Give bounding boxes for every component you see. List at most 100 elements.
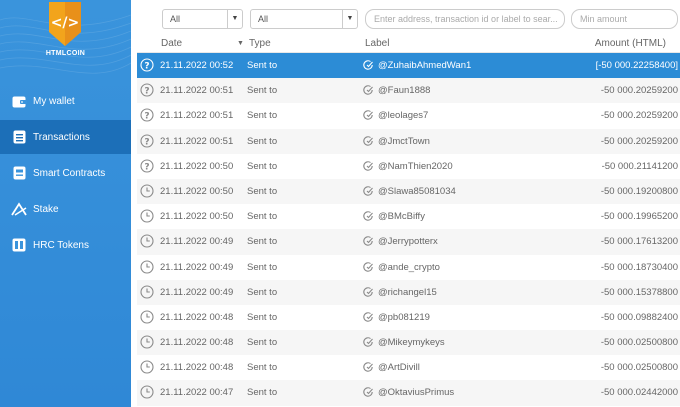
table-row[interactable]: ? 21.11.2022 00:51 Sent to @JmctTown -50 000…: [137, 128, 680, 154]
clock-icon: [140, 285, 154, 299]
question-circle-icon: ?: [140, 108, 154, 122]
date-filter-value: All: [170, 14, 181, 24]
row-type: Sent to: [247, 60, 278, 71]
label-check-icon: [362, 185, 374, 197]
table-row[interactable]: 21.11.2022 00:47 Sent to @OktaviusPrimus -5…: [137, 380, 680, 406]
label-check-icon: [362, 386, 374, 398]
column-header-label[interactable]: Label: [365, 38, 389, 49]
row-date: 21.11.2022 00:51: [160, 110, 234, 122]
row-amount: -50 000.02500800: [600, 337, 678, 349]
row-date: 21.11.2022 00:49: [160, 236, 234, 248]
row-date: 21.11.2022 00:50: [160, 185, 234, 197]
row-date: 21.11.2022 00:50: [160, 160, 234, 172]
table-row[interactable]: ? 21.11.2022 00:51 Sent to @leolages7 -50 00…: [137, 103, 680, 128]
svg-text:?: ?: [144, 112, 149, 122]
table-row[interactable]: 21.11.2022 00:50 Sent to @BMcBiffy -50 000.…: [137, 204, 680, 229]
row-label: @Slawa85081034: [378, 185, 456, 197]
column-header-date[interactable]: Date: [161, 38, 182, 49]
row-amount: -50 000.15378800: [600, 286, 678, 298]
table-row[interactable]: 21.11.2022 00:48 Sent to @pb081219 -50 000.…: [137, 305, 680, 330]
sidebar-item-label: HRC Tokens: [33, 239, 89, 251]
chevron-down-icon: ▼: [227, 10, 242, 28]
column-header-amount[interactable]: Amount (HTML): [595, 38, 666, 49]
row-type: Sent to: [247, 236, 278, 248]
label-check-icon: [362, 135, 374, 147]
row-amount: -50 000.19965200: [600, 211, 678, 223]
row-type: Sent to: [247, 135, 278, 147]
sidebar-item-transactions[interactable]: Transactions: [0, 120, 131, 154]
label-check-icon: [362, 235, 374, 247]
sidebar-item-hrc-tokens[interactable]: HRC Tokens: [0, 228, 131, 262]
label-check-icon: [362, 261, 374, 273]
search-input[interactable]: Enter address, transaction id or label t…: [365, 9, 565, 29]
sidebar-item-label: My wallet: [33, 95, 75, 107]
row-amount: -50 000.20259200: [600, 110, 678, 122]
type-filter-select[interactable]: All ▼: [250, 9, 358, 29]
tokens-icon: [11, 237, 27, 253]
row-type: Sent to: [247, 286, 278, 298]
row-label: @OktaviusPrimus: [378, 387, 455, 399]
label-check-icon: [362, 160, 374, 172]
row-type: Sent to: [247, 311, 278, 323]
row-type: Sent to: [247, 362, 278, 374]
row-date: 21.11.2022 00:51: [160, 135, 234, 147]
row-label: @pb081219: [378, 311, 430, 323]
row-date: 21.11.2022 00:48: [160, 362, 234, 374]
sidebar-item-stake[interactable]: Stake: [0, 192, 131, 226]
table-row[interactable]: 21.11.2022 00:49 Sent to @Jerrypotterx -50 …: [137, 229, 680, 255]
row-label: @ande_crypto: [378, 261, 440, 273]
row-label: @Faun1888: [378, 85, 431, 97]
transactions-icon: [11, 129, 27, 145]
row-date: 21.11.2022 00:51: [160, 85, 234, 97]
sidebar-item-label: Transactions: [33, 131, 90, 143]
svg-text:?: ?: [144, 61, 149, 71]
row-type: Sent to: [247, 185, 278, 197]
table-row[interactable]: ? 21.11.2022 00:50 Sent to @NamThien2020 -50…: [137, 154, 680, 179]
clock-icon: [140, 184, 154, 198]
row-label: @NamThien2020: [378, 160, 453, 172]
table-row[interactable]: ? 21.11.2022 00:52 Sent to @ZuhaibAhmedWan1…: [137, 53, 680, 79]
svg-text:</>: </>: [51, 15, 80, 31]
row-amount: -50 000.21141200: [601, 160, 678, 172]
table-row[interactable]: 21.11.2022 00:50 Sent to @Slawa85081034 -50…: [137, 178, 680, 205]
row-amount: [-50 000.22258400]: [595, 60, 678, 71]
row-date: 21.11.2022 00:48: [160, 311, 234, 323]
clock-icon: [140, 234, 154, 248]
date-filter-select[interactable]: All ▼: [162, 9, 243, 29]
sidebar-item-label: Smart Contracts: [33, 167, 106, 179]
row-type: Sent to: [247, 337, 278, 349]
row-label: @JmctTown: [378, 135, 430, 147]
label-check-icon: [362, 361, 374, 373]
label-check-icon: [362, 286, 374, 298]
clock-icon: [140, 259, 154, 274]
clock-icon: [140, 335, 154, 349]
clock-icon: [140, 209, 154, 223]
row-amount: -50 000.09882400: [600, 311, 678, 323]
column-header-type[interactable]: Type: [249, 38, 271, 49]
clock-icon: [140, 310, 154, 324]
row-type: Sent to: [247, 261, 278, 273]
row-date: 21.11.2022 00:52: [160, 60, 234, 71]
label-check-icon: [362, 210, 374, 222]
svg-text:?: ?: [144, 162, 149, 172]
row-date: 21.11.2022 00:48: [160, 337, 234, 349]
table-row[interactable]: 21.11.2022 00:48 Sent to @Mikeymykeys -50 0…: [137, 330, 680, 356]
sort-down-icon: ▼: [237, 40, 244, 47]
table-row[interactable]: ? 21.11.2022 00:51 Sent to @Faun1888 -50 000…: [137, 78, 680, 104]
row-amount: -50 000.20259200: [600, 135, 678, 147]
row-type: Sent to: [247, 387, 278, 399]
clock-icon: [140, 385, 154, 399]
min-amount-input[interactable]: Min amount: [571, 9, 678, 29]
table-row[interactable]: 21.11.2022 00:49 Sent to @richangel15 -50 0…: [137, 279, 680, 305]
wallet-icon: [11, 93, 27, 109]
row-label: @BMcBiffy: [378, 211, 425, 223]
sidebar-item-my-wallet[interactable]: My wallet: [0, 84, 131, 118]
sidebar-item-label: Stake: [33, 203, 59, 215]
svg-text:?: ?: [144, 86, 149, 96]
question-circle-icon: ?: [140, 83, 154, 97]
table-row[interactable]: 21.11.2022 00:48 Sent to @ArtDivill -50 000…: [137, 355, 680, 380]
row-amount: -50 000.02500800: [600, 362, 678, 374]
table-row[interactable]: 21.11.2022 00:49 Sent to @ande_crypto -50 0…: [137, 255, 680, 280]
sidebar-item-smart-contracts[interactable]: Smart Contracts: [0, 156, 131, 190]
label-check-icon: [362, 84, 374, 96]
